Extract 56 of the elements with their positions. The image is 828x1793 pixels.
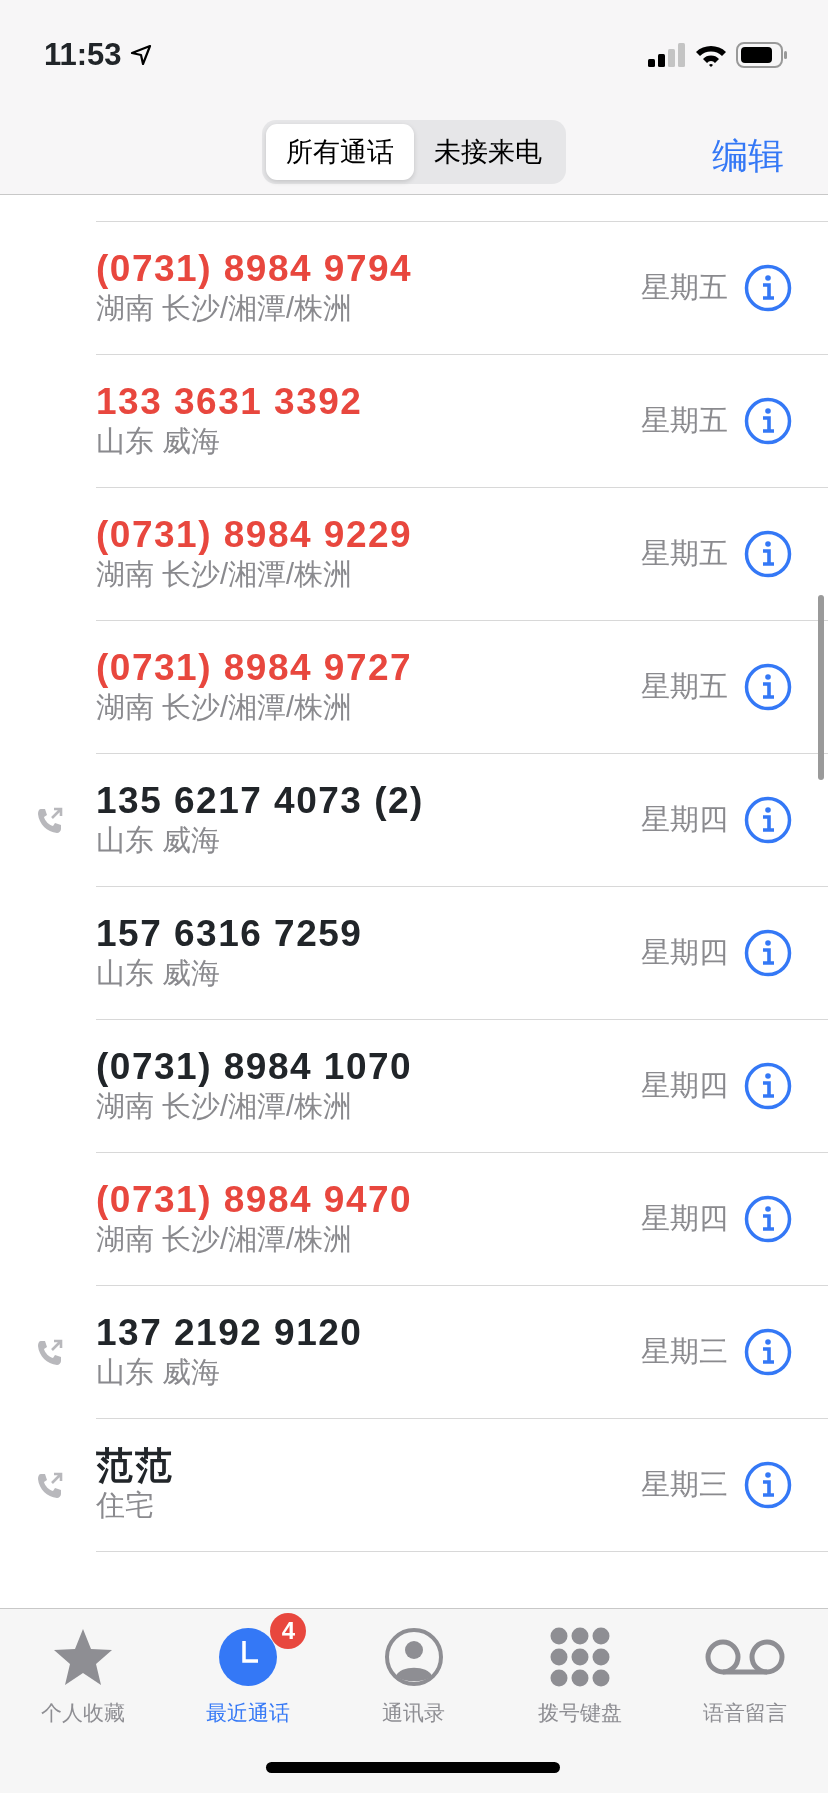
info-icon[interactable]	[744, 1062, 792, 1110]
contact-number: 133 3631 3392	[96, 380, 364, 424]
location-text: 住宅	[96, 1488, 155, 1524]
tab-bar-item[interactable]: 个人收藏	[0, 1613, 166, 1741]
time-text: 11:53	[44, 35, 122, 74]
day-text: 星期四	[641, 1201, 728, 1237]
location-text: 山东 威海	[96, 424, 222, 460]
location-text: 湖南 长沙/湘潭/株洲	[96, 1222, 354, 1258]
contact-number: (0731) 8984 9229	[96, 513, 414, 557]
location-text: 湖南 长沙/湘潭/株洲	[96, 1089, 354, 1125]
contact-number: (0731) 8984 9470	[96, 1178, 414, 1222]
tab-bar-item[interactable]: 通讯录	[331, 1613, 497, 1741]
signal-icon	[648, 43, 686, 67]
day-text: 星期三	[641, 1334, 728, 1370]
location-text: 山东 威海	[96, 956, 222, 992]
info-icon[interactable]	[744, 929, 792, 977]
location-text: 湖南 长沙/湘潭/株洲	[96, 557, 354, 593]
day-text: 星期四	[641, 1068, 728, 1104]
segment-tab[interactable]: 未接来电	[414, 123, 562, 181]
contact-icon	[384, 1627, 444, 1687]
keypad-icon	[549, 1627, 610, 1687]
day-text: 星期五	[641, 536, 728, 572]
day-text: 星期四	[641, 802, 728, 838]
info-icon[interactable]	[744, 663, 792, 711]
info-icon[interactable]	[744, 1461, 792, 1509]
tab-bar-item[interactable]: 最近通话 4	[165, 1613, 332, 1741]
info-icon[interactable]	[744, 530, 792, 578]
contact-number: (0731) 8984 9794	[96, 247, 414, 291]
segment-tab[interactable]: 所有通话	[266, 123, 414, 181]
location-text: 山东 威海	[96, 1355, 222, 1391]
info-icon[interactable]	[744, 796, 792, 844]
tab-bar-item[interactable]: 拨号键盘	[496, 1613, 663, 1741]
edit-button[interactable]: 编辑	[706, 128, 790, 184]
location-text: 山东 威海	[96, 823, 222, 859]
day-text: 星期三	[641, 1467, 728, 1503]
contact-number: 157 6316 7259	[96, 912, 364, 956]
battery-icon	[736, 42, 788, 68]
contact-number: 135 6217 4073 (2)	[96, 779, 425, 823]
info-icon[interactable]	[744, 1328, 792, 1376]
contact-number: (0731) 8984 9727	[96, 646, 414, 690]
info-icon[interactable]	[744, 1195, 792, 1243]
info-icon[interactable]	[744, 397, 792, 445]
contact-number: (0731) 8984 1070	[96, 1045, 414, 1089]
clock-icon	[218, 1627, 279, 1687]
day-text: 星期五	[641, 403, 728, 439]
location-arrow-icon	[129, 44, 152, 66]
badge-count: 4	[270, 1613, 307, 1649]
info-icon[interactable]	[744, 264, 792, 312]
day-text: 星期四	[641, 935, 728, 971]
tab-bar-item[interactable]: 语音留言	[662, 1613, 828, 1741]
location-text: 湖南 长沙/湘潭/株洲	[96, 291, 354, 327]
contact-number: 范范	[96, 1444, 174, 1488]
day-text: 星期五	[641, 669, 728, 705]
contact-number: 137 2192 9120	[96, 1311, 364, 1355]
location-text: 湖南 长沙/湘潭/株洲	[96, 690, 354, 726]
day-text: 星期五	[641, 270, 728, 306]
